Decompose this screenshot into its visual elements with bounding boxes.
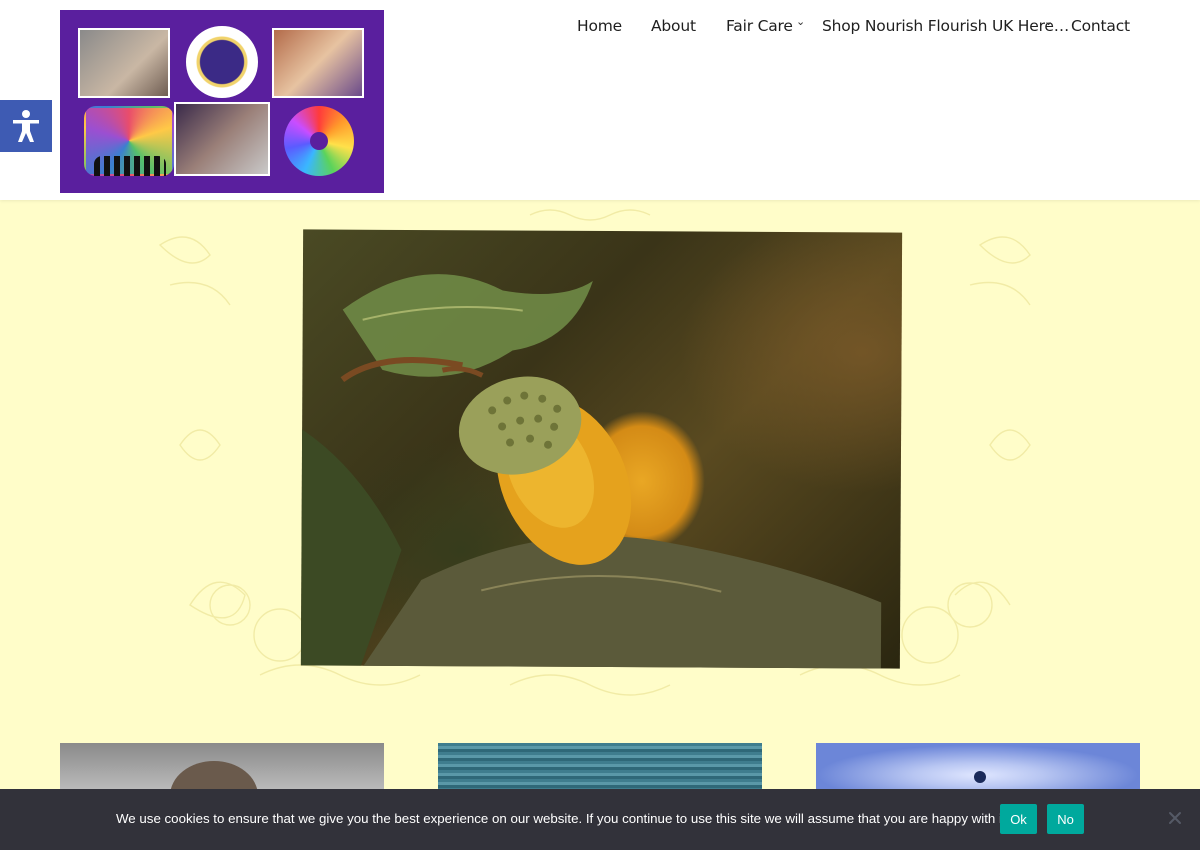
cookie-decline-button[interactable]: No [1047, 804, 1084, 834]
cookie-message: We use cookies to ensure that we give yo… [116, 811, 1010, 826]
nav-home-label: Home [577, 17, 622, 35]
hero-image-acorn [300, 229, 903, 669]
nav-contact[interactable]: Contact [1071, 17, 1130, 35]
site-header: Home About Fair Care ⌄ Shop Nourish Flou… [0, 0, 1200, 200]
close-icon[interactable] [1166, 809, 1184, 827]
logo-rainbow-hands-circle [284, 106, 354, 176]
accessibility-person-icon [13, 110, 39, 142]
nav-home[interactable]: Home [577, 17, 622, 35]
logo-people-silhouettes [94, 156, 166, 176]
nav-about-label: About [651, 17, 696, 35]
logo-photo-tile [272, 28, 364, 98]
nav-shop-label: Shop Nourish Flourish UK Here… [822, 17, 1070, 35]
nav-about[interactable]: About [651, 17, 696, 35]
nav-fair-care-label: Fair Care [726, 17, 793, 35]
cookie-accept-button[interactable]: Ok [1000, 804, 1037, 834]
logo-trophy-badge [186, 26, 258, 98]
nav-shop[interactable]: Shop Nourish Flourish UK Here… ⌄ [822, 15, 1070, 35]
chevron-down-icon: ⌄ [1044, 15, 1054, 28]
accessibility-toolbar-toggle[interactable] [0, 100, 52, 152]
chevron-down-icon: ⌄ [796, 15, 806, 28]
site-logo[interactable] [60, 10, 384, 193]
nav-contact-label: Contact [1071, 17, 1130, 35]
nav-fair-care[interactable]: Fair Care ⌄ [726, 15, 805, 35]
logo-photo-tile [174, 102, 270, 176]
logo-photo-tile [78, 28, 170, 98]
cookie-notice-bar: We use cookies to ensure that we give yo… [0, 789, 1200, 850]
